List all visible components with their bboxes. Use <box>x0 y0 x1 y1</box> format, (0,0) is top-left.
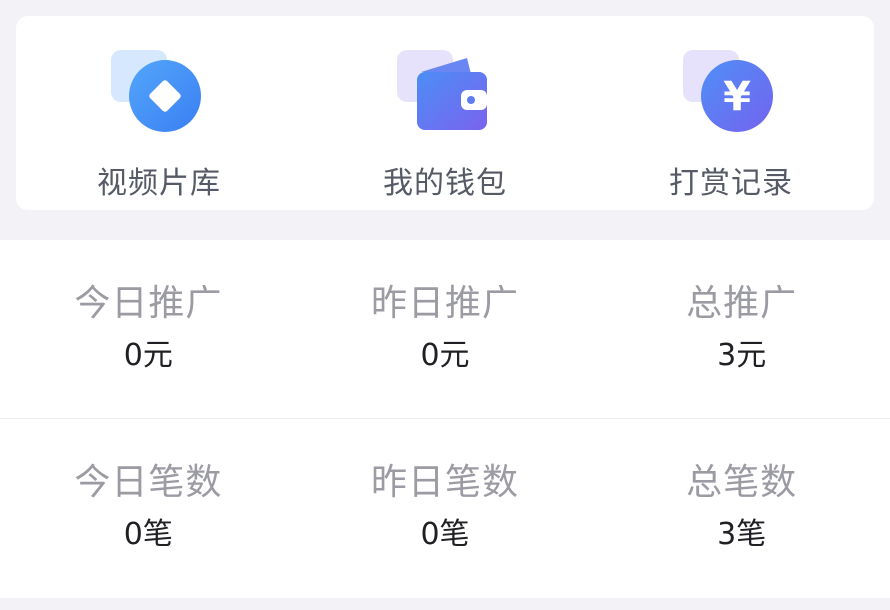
stat-value: 0笔 <box>123 517 173 552</box>
stat-yesterday-promotion: 昨日推广 0元 <box>297 240 594 418</box>
stat-label: 总推广 <box>686 283 798 324</box>
stat-total-promotion: 总推广 3元 <box>593 240 890 418</box>
stats-row-amount: 今日推广 0元 昨日推广 0元 总推广 3元 <box>0 240 890 418</box>
stat-label: 今日笔数 <box>74 462 223 503</box>
shortcut-label: 打赏记录 <box>669 166 793 201</box>
stat-label: 今日推广 <box>74 283 223 324</box>
stat-today-count: 今日笔数 0笔 <box>0 419 297 597</box>
reward-yuan-icon: ¥ <box>683 48 779 138</box>
shortcut-card: 视频片库 我的钱包 ¥ 打赏记录 <box>16 16 874 210</box>
stat-value: 3元 <box>717 338 767 373</box>
stat-label: 昨日笔数 <box>371 462 520 503</box>
shortcut-label: 我的钱包 <box>383 166 507 201</box>
stat-value: 0元 <box>420 338 470 373</box>
stat-total-count: 总笔数 3笔 <box>593 419 890 597</box>
stats-row-count: 今日笔数 0笔 昨日笔数 0笔 总笔数 3笔 <box>0 418 890 597</box>
stat-value: 0元 <box>123 338 173 373</box>
stat-value: 3笔 <box>717 517 767 552</box>
stat-label: 总笔数 <box>686 462 798 503</box>
shortcut-video-library[interactable]: 视频片库 <box>16 16 302 210</box>
promotion-stats-panel: 今日推广 0元 昨日推广 0元 总推广 3元 今日笔数 0笔 昨日笔数 0笔 总… <box>0 240 890 598</box>
stat-today-promotion: 今日推广 0元 <box>0 240 297 418</box>
shortcut-wallet[interactable]: 我的钱包 <box>302 16 588 210</box>
yuan-glyph: ¥ <box>723 74 751 120</box>
stat-yesterday-count: 昨日笔数 0笔 <box>297 419 594 597</box>
stat-value: 0笔 <box>420 517 470 552</box>
wallet-icon <box>397 48 493 138</box>
stat-label: 昨日推广 <box>371 283 520 324</box>
shortcut-reward-records[interactable]: ¥ 打赏记录 <box>588 16 874 210</box>
shortcut-label: 视频片库 <box>97 166 221 201</box>
video-library-icon <box>111 48 207 138</box>
